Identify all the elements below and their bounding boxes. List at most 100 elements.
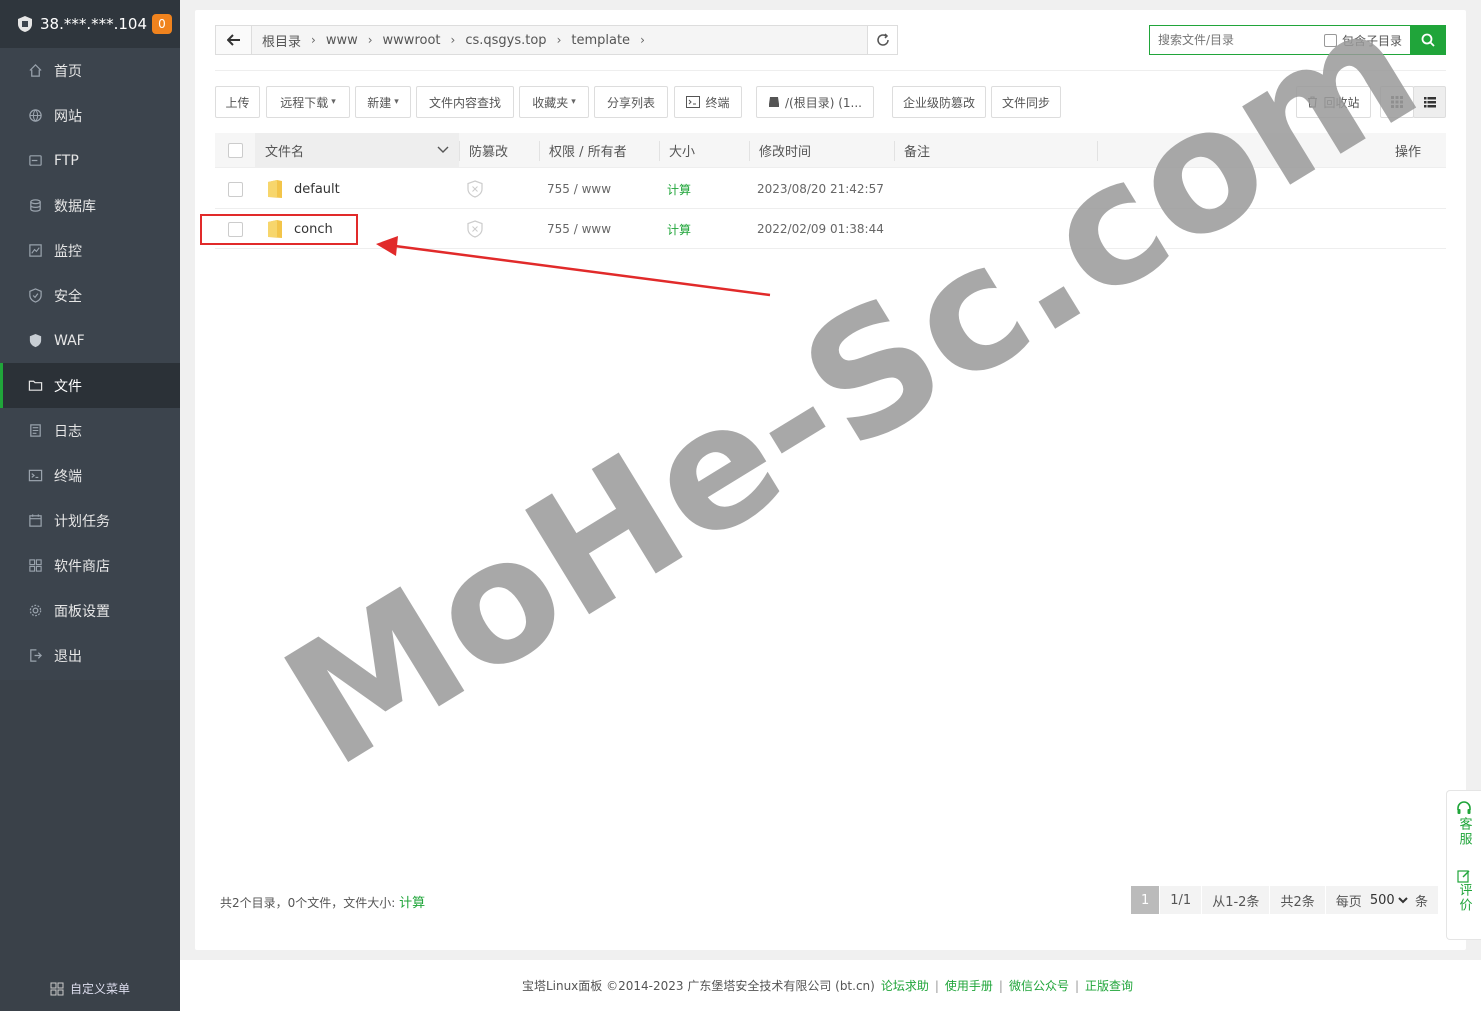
row-select-cell [228, 169, 243, 209]
globe-icon [26, 107, 44, 125]
chevron-right-icon: › [556, 33, 562, 47]
new-label: 新建 [367, 95, 392, 110]
row-checkbox[interactable] [228, 181, 243, 197]
sidebar-item-terminal[interactable]: 终端 [0, 453, 180, 498]
license-link[interactable]: 正版查询 [1085, 977, 1133, 994]
list-view-button[interactable] [1413, 86, 1446, 118]
col-name[interactable]: 文件名 [255, 133, 459, 168]
search-input[interactable] [1150, 26, 1320, 54]
manual-link[interactable]: 使用手册 [945, 977, 993, 994]
grid-view-icon [1391, 96, 1403, 108]
tamper-shield-icon[interactable] [467, 169, 483, 209]
col-name-label: 文件名 [265, 145, 305, 160]
crumb-root[interactable]: 根目录 [262, 31, 301, 50]
chevron-down-icon: ▾ [331, 97, 336, 107]
sidebar-item-waf[interactable]: WAF [0, 318, 180, 363]
content-search-button[interactable]: 文件内容查找 [416, 86, 514, 118]
file-perm[interactable]: 755 / www [547, 209, 611, 249]
table-row[interactable]: conch 755 / www 计算 2022/02/09 01:38:44 [215, 209, 1446, 249]
sidebar-item-logout[interactable]: 退出 [0, 633, 180, 678]
sidebar-item-files[interactable]: 文件 [0, 363, 180, 408]
file-table-header: 文件名 防篡改 权限 / 所有者 大小 修改时间 备注 操作 [215, 133, 1446, 168]
back-button[interactable] [216, 26, 252, 54]
col-divider [749, 141, 750, 161]
col-mtime-label: 修改时间 [759, 145, 812, 160]
tamper-label: 企业级防篡改 [902, 95, 975, 110]
chevron-down-icon: ▾ [394, 97, 399, 107]
col-divider [1097, 141, 1098, 161]
page-current[interactable]: 1 [1131, 886, 1161, 914]
chevron-right-icon: › [367, 33, 373, 47]
customer-service-button[interactable]: 客服 [1455, 801, 1474, 847]
col-mtime[interactable]: 修改时间 [759, 133, 811, 168]
file-mtime: 2023/08/20 21:42:57 [757, 182, 884, 196]
file-name[interactable]: default [294, 169, 340, 209]
crumb-template[interactable]: template [571, 33, 630, 48]
log-icon [26, 422, 44, 440]
refresh-button[interactable] [867, 26, 897, 54]
table-row[interactable]: default 755 / www 计算 2023/08/20 21:42:57 [215, 169, 1446, 209]
sidebar-item-cron[interactable]: 计划任务 [0, 498, 180, 543]
chevron-right-icon: › [311, 33, 316, 47]
file-perm[interactable]: 755 / www [547, 169, 611, 209]
sidebar-item-store[interactable]: 软件商店 [0, 543, 180, 588]
sidebar-item-label: 面板设置 [54, 603, 110, 620]
server-ip: 38.***.***.104 [40, 15, 148, 33]
sidebar-item-ftp[interactable]: FTP [0, 138, 180, 183]
col-note: 备注 [904, 133, 930, 168]
favorites-button[interactable]: 收藏夹 ▾ [519, 86, 589, 118]
upload-button[interactable]: 上传 [215, 86, 260, 118]
col-size[interactable]: 大小 [669, 133, 695, 168]
select-all-checkbox[interactable] [228, 143, 243, 158]
calc-size-link[interactable]: 计算 [667, 209, 691, 249]
sidebar-item-home[interactable]: 首页 [0, 48, 180, 93]
col-tamper[interactable]: 防篡改 [469, 133, 508, 168]
include-subdir-checkbox[interactable] [1324, 33, 1337, 47]
forum-link[interactable]: 论坛求助 [881, 977, 929, 994]
terminal-icon [686, 96, 701, 108]
recycle-bin-button[interactable]: 回收站 [1296, 86, 1371, 118]
favorites-label: 收藏夹 [532, 95, 569, 110]
file-manager-panel: 根目录 › www › wwwroot › cs.qsgys.top › templat… [195, 10, 1466, 950]
crumb-www[interactable]: www [326, 33, 358, 48]
sidebar-item-website[interactable]: 网站 [0, 93, 180, 138]
crumb-wwwroot[interactable]: wwwroot [383, 33, 441, 48]
sidebar-item-label: 软件商店 [54, 558, 110, 575]
disk-button[interactable]: /(根目录) (1... [756, 86, 874, 118]
disk-icon [768, 96, 780, 108]
sidebar-item-monitor[interactable]: 监控 [0, 228, 180, 273]
review-button[interactable]: 评价 [1455, 869, 1474, 913]
dir-summary: 共2个目录，0个文件，文件大小: 计算 [220, 892, 425, 911]
per-page-select[interactable]: 500 [1365, 888, 1411, 912]
sidebar-menu: 首页 网站 FTP 数据库 监控 安全 WAF 文件 日志 终端 计划任务 软件… [0, 48, 180, 678]
tamper-protect-button[interactable]: 企业级防篡改 [892, 86, 986, 118]
custom-menu-button[interactable]: 自定义菜单 [0, 980, 180, 997]
include-subdir-toggle[interactable]: 包含子目录 [1324, 32, 1402, 49]
calc-total-link[interactable]: 计算 [399, 896, 425, 911]
sidebar-lower [0, 680, 180, 1011]
search-button[interactable] [1410, 25, 1445, 55]
notification-badge[interactable]: 0 [152, 14, 172, 34]
sidebar-item-security[interactable]: 安全 [0, 273, 180, 318]
grid-view-button[interactable] [1380, 86, 1414, 118]
list-view-icon [1423, 96, 1436, 107]
col-perm-label: 权限 / 所有者 [549, 145, 627, 160]
file-mtime: 2022/02/09 01:38:44 [757, 222, 884, 236]
file-sync-button[interactable]: 文件同步 [991, 86, 1061, 118]
sidebar-item-settings[interactable]: 面板设置 [0, 588, 180, 633]
refresh-icon [876, 33, 889, 46]
path-bar: 根目录 › www › wwwroot › cs.qsgys.top › templat… [215, 25, 898, 55]
sidebar-item-logs[interactable]: 日志 [0, 408, 180, 453]
share-list-button[interactable]: 分享列表 [594, 86, 668, 118]
col-perm[interactable]: 权限 / 所有者 [549, 133, 627, 168]
wechat-link[interactable]: 微信公众号 [1009, 977, 1069, 994]
calc-size-link[interactable]: 计算 [667, 169, 691, 209]
sidebar-item-database[interactable]: 数据库 [0, 183, 180, 228]
crumb-site[interactable]: cs.qsgys.top [465, 33, 546, 48]
tamper-shield-icon[interactable] [467, 209, 483, 249]
remote-download-button[interactable]: 远程下载 ▾ [266, 86, 350, 118]
sidebar-item-label: 文件 [54, 378, 82, 395]
new-button[interactable]: 新建 ▾ [355, 86, 411, 118]
terminal-button[interactable]: 终端 [674, 86, 742, 118]
review-label: 评价 [1456, 883, 1472, 913]
